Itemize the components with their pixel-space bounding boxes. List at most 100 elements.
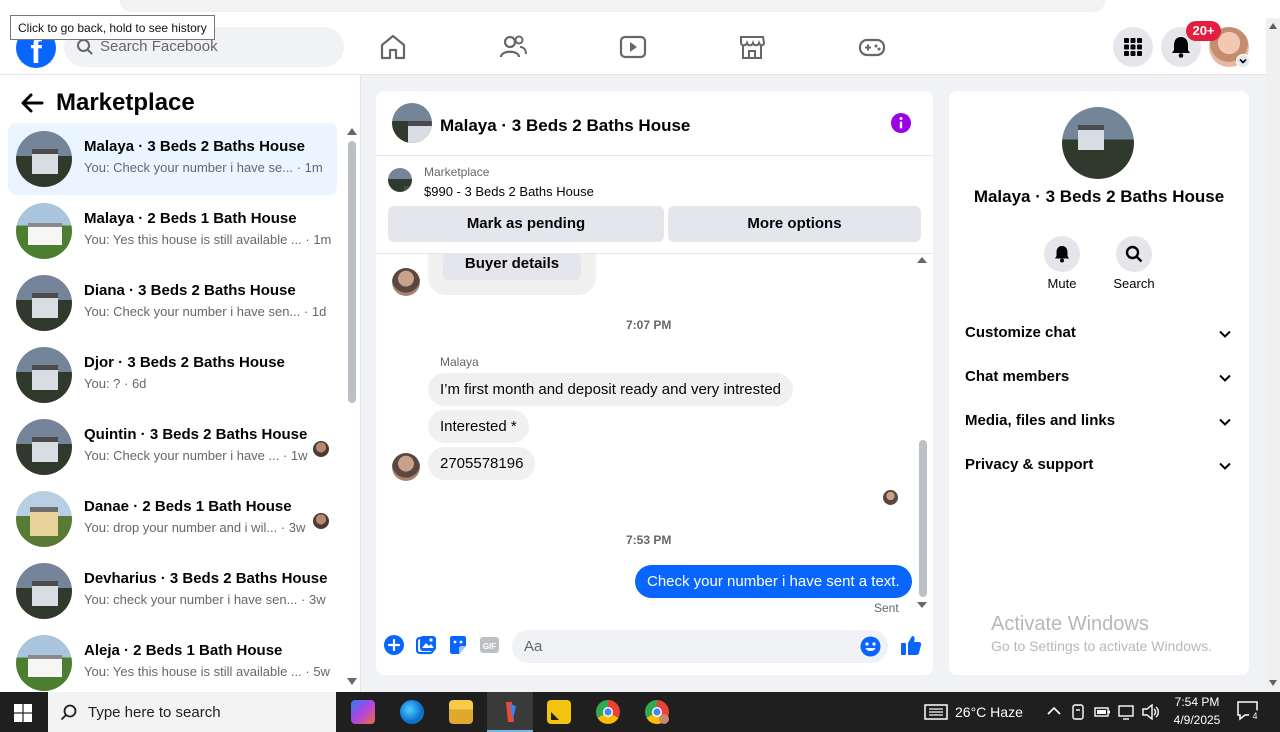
- chat-preview: You: Check your number i have sen... · 1…: [84, 304, 327, 319]
- message-input[interactable]: Aa: [512, 630, 888, 663]
- device-icon[interactable]: [1071, 704, 1085, 720]
- incoming-message[interactable]: I’m first month and deposit ready and ve…: [428, 373, 794, 406]
- sticky-notes-icon[interactable]: [547, 700, 571, 724]
- taskbar-search-box[interactable]: Type here to search: [48, 692, 336, 732]
- messages-scroll-thumb[interactable]: [919, 440, 927, 597]
- search-placeholder: Search Facebook: [100, 38, 218, 55]
- app-pinned-icon[interactable]: [498, 700, 522, 724]
- marketplace-icon[interactable]: [737, 32, 767, 62]
- chat-list-item[interactable]: Djor · 3 Beds 2 Baths House You: ? · 6d: [8, 339, 337, 411]
- outgoing-message[interactable]: Check your number i have sent a text.: [635, 565, 912, 598]
- menu-button[interactable]: [1113, 27, 1153, 67]
- weather-icon[interactable]: [924, 704, 948, 720]
- seen-indicator-avatar: [883, 490, 898, 505]
- clock-time[interactable]: 7:54 PM: [1172, 695, 1222, 709]
- chevron-down-icon[interactable]: [1218, 415, 1232, 429]
- incoming-message[interactable]: 2705578196: [428, 447, 536, 480]
- listing-thumbnail: [16, 131, 72, 187]
- buyer-details-button[interactable]: Buyer details: [443, 254, 581, 280]
- chat-title: Danae · 2 Beds 1 Bath House: [84, 498, 292, 515]
- chat-list-item[interactable]: Diana · 3 Beds 2 Baths House You: Check y…: [8, 267, 337, 339]
- chat-list-item[interactable]: Malaya · 3 Beds 2 Baths House You: Check …: [8, 123, 337, 195]
- address-bar[interactable]: [120, 0, 1105, 12]
- sender-avatar[interactable]: [392, 453, 420, 481]
- listing-thumbnail[interactable]: [388, 168, 412, 192]
- search-conversation-button[interactable]: [1116, 236, 1152, 272]
- chat-title: Malaya · 3 Beds 2 Baths House: [84, 138, 305, 155]
- chevron-up-icon[interactable]: [1047, 706, 1061, 716]
- chat-list-item[interactable]: Danae · 2 Beds 1 Bath House You: drop you…: [8, 483, 337, 555]
- chat-preview: You: Yes this house is still available .…: [84, 664, 330, 679]
- more-options-button[interactable]: More options: [668, 206, 921, 242]
- media-files-links-row[interactable]: Media, files and links: [965, 412, 1115, 429]
- chat-title: Djor · 3 Beds 2 Baths House: [84, 354, 285, 371]
- home-icon[interactable]: [378, 32, 408, 62]
- notification-count-badge: 20+: [1186, 21, 1221, 41]
- timestamp: 7:53 PM: [626, 533, 672, 547]
- details-title: Malaya · 3 Beds 2 Baths House: [973, 187, 1225, 206]
- chat-preview: You: drop your number and i wil... · 3w: [84, 520, 306, 535]
- gaming-icon[interactable]: [857, 32, 887, 62]
- chevron-down-icon[interactable]: [1218, 327, 1232, 341]
- file-explorer-icon[interactable]: [449, 700, 473, 724]
- page-scrollbar[interactable]: [1266, 18, 1280, 692]
- chevron-down-icon[interactable]: [1218, 459, 1232, 473]
- chat-members-row[interactable]: Chat members: [965, 368, 1069, 385]
- chat-list-item[interactable]: Malaya · 2 Beds 1 Bath House You: Yes thi…: [8, 195, 337, 267]
- taskbar-search-placeholder: Type here to search: [88, 704, 221, 721]
- mark-as-pending-button[interactable]: Mark as pending: [388, 206, 664, 242]
- mute-label: Mute: [1047, 276, 1077, 291]
- conversation-title[interactable]: Malaya · 3 Beds 2 Baths House: [440, 116, 690, 136]
- chat-title: Quintin · 3 Beds 2 Baths House: [84, 426, 308, 443]
- gif-icon[interactable]: GIF: [479, 635, 500, 655]
- account-chevron-icon[interactable]: [1236, 54, 1250, 68]
- friends-icon[interactable]: [498, 32, 528, 62]
- messages-scroll-down-icon[interactable]: [916, 601, 928, 609]
- back-button-tooltip: Click to go back, hold to see history: [10, 15, 215, 40]
- listing-thumbnail: [16, 419, 72, 475]
- inbox-scroll-thumb[interactable]: [348, 141, 356, 403]
- video-icon[interactable]: [618, 32, 648, 62]
- sender-avatar[interactable]: [392, 268, 420, 296]
- notification-center-button[interactable]: 4: [1237, 701, 1261, 723]
- conversation-avatar[interactable]: [392, 103, 432, 143]
- chat-title: Diana · 3 Beds 2 Baths House: [84, 282, 296, 299]
- privacy-support-row[interactable]: Privacy & support: [965, 456, 1093, 473]
- emoji-icon[interactable]: [860, 636, 881, 657]
- search-icon: [77, 39, 93, 55]
- chat-preview: You: Check your number i have ... · 1w: [84, 448, 308, 463]
- info-icon[interactable]: [891, 113, 911, 133]
- mute-button[interactable]: [1044, 236, 1080, 272]
- listing-thumbnail: [16, 203, 72, 259]
- battery-icon[interactable]: [1094, 705, 1112, 719]
- details-avatar[interactable]: [1062, 107, 1134, 179]
- listing-price[interactable]: $990 - 3 Beds 2 Baths House: [424, 184, 594, 199]
- customize-chat-row[interactable]: Customize chat: [965, 324, 1076, 341]
- chat-list-item[interactable]: Devharius · 3 Beds 2 Baths House You: che…: [8, 555, 337, 627]
- chevron-down-icon[interactable]: [1218, 371, 1232, 385]
- add-icon[interactable]: [384, 635, 404, 655]
- listing-thumbnail: [16, 275, 72, 331]
- chat-title: Malaya · 2 Beds 1 Bath House: [84, 210, 297, 227]
- edge-app-icon[interactable]: [400, 700, 424, 724]
- copilot-app-icon[interactable]: [351, 700, 375, 724]
- messages-scroll-up-icon[interactable]: [916, 256, 928, 264]
- header-divider: [376, 155, 933, 156]
- volume-icon[interactable]: [1142, 704, 1160, 720]
- chat-list-item[interactable]: Aleja · 2 Beds 1 Bath House You: Yes this…: [8, 627, 337, 699]
- chrome-profile-app-icon[interactable]: [645, 700, 669, 724]
- clock-date[interactable]: 4/9/2025: [1168, 713, 1226, 727]
- back-arrow-icon[interactable]: [20, 92, 44, 114]
- marketplace-label: Marketplace: [424, 165, 490, 179]
- notification-count: 4: [1249, 710, 1261, 722]
- photo-icon[interactable]: [416, 635, 437, 655]
- network-icon[interactable]: [1118, 704, 1136, 720]
- windows-start-icon[interactable]: [14, 704, 32, 722]
- weather-text[interactable]: 26°C Haze: [955, 704, 1023, 720]
- chrome-app-icon[interactable]: [596, 700, 620, 724]
- message-input-placeholder: Aa: [524, 638, 543, 655]
- incoming-message[interactable]: Interested *: [428, 410, 529, 443]
- chat-list-item[interactable]: Quintin · 3 Beds 2 Baths House You: Check…: [8, 411, 337, 483]
- thumbs-up-icon[interactable]: [900, 634, 922, 656]
- sticker-icon[interactable]: [448, 635, 468, 655]
